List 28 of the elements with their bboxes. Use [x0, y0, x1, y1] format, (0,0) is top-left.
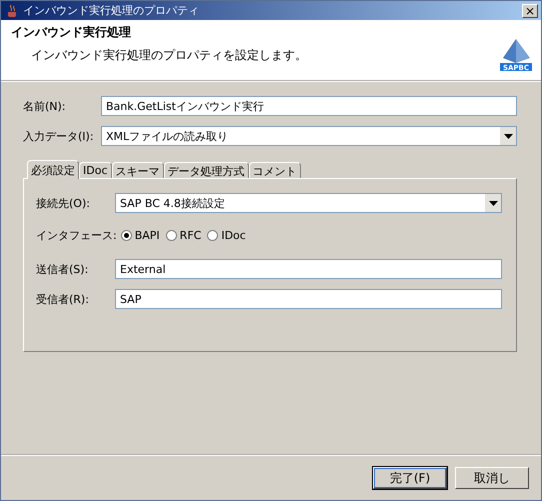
cup-icon: [5, 4, 19, 18]
window-title: インバウンド実行処理のプロパティ: [23, 3, 200, 18]
header-title: インバウンド実行処理: [11, 24, 132, 41]
caret-icon: [488, 200, 498, 206]
tab[interactable]: データ処理方式: [164, 162, 248, 178]
close-button[interactable]: ×: [522, 4, 538, 18]
tab[interactable]: コメント: [248, 162, 300, 178]
caret-icon: [504, 134, 512, 138]
field-label: 受信者(R):: [36, 292, 90, 306]
radio-option[interactable]: IDoc: [207, 228, 246, 242]
tab[interactable]: IDoc: [79, 162, 112, 178]
field-label: インタフェース:: [36, 228, 118, 242]
field-label: 送信者(S):: [36, 262, 90, 276]
field-label: 接続先(O):: [36, 196, 91, 210]
dropdown[interactable]: XMLファイルの読み取り: [101, 126, 517, 146]
tab[interactable]: スキーマ: [112, 162, 164, 178]
field-label: 入力データ(I):: [23, 128, 95, 144]
radio-option[interactable]: RFC: [166, 228, 202, 242]
input-field[interactable]: SAP: [115, 289, 502, 309]
dialog-button[interactable]: 取消し: [455, 467, 529, 489]
dialog-button[interactable]: 完了(F): [373, 467, 447, 489]
tab[interactable]: 必須設定: [27, 160, 79, 179]
header-description: インバウンド実行処理のプロパティを設定します。: [30, 47, 308, 64]
field-label: 名前(N):: [23, 98, 67, 114]
input-field[interactable]: External: [115, 259, 502, 279]
dropdown[interactable]: SAP BC 4.8接続設定: [115, 193, 502, 213]
input-field[interactable]: Bank.GetListインバウンド実行: [101, 96, 517, 116]
radio-option[interactable]: BAPI: [120, 228, 160, 242]
